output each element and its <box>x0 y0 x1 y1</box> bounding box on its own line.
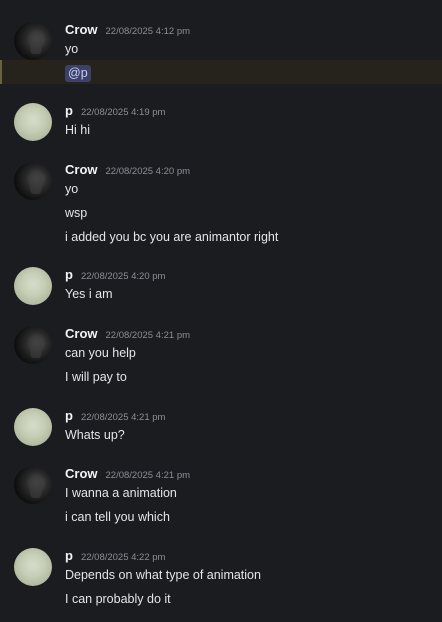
message-text: wsp <box>65 206 88 220</box>
timestamp: 22/08/2025 4:12 pm <box>105 26 191 37</box>
author-name[interactable]: p <box>65 548 73 563</box>
message-header: p 22/08/2025 4:20 pm <box>65 267 165 283</box>
message-text: yo <box>65 42 79 56</box>
avatar[interactable] <box>14 548 52 586</box>
avatar[interactable] <box>14 408 52 446</box>
chat-message-list: Crow 22/08/2025 4:12 pm yo @p p 22/08/20… <box>0 0 442 622</box>
timestamp: 22/08/2025 4:20 pm <box>80 271 166 282</box>
message-header: Crow 22/08/2025 4:21 pm <box>65 326 190 342</box>
timestamp: 22/08/2025 4:21 pm <box>105 330 191 341</box>
avatar[interactable] <box>14 466 52 504</box>
message-text: i can tell you which <box>65 510 170 524</box>
message-text: Depends on what type of animation <box>65 568 261 582</box>
avatar[interactable] <box>14 267 52 305</box>
timestamp: 22/08/2025 4:19 pm <box>80 107 166 118</box>
timestamp: 22/08/2025 4:21 pm <box>105 470 191 481</box>
message-text: I can probably do it <box>65 592 171 606</box>
author-name[interactable]: Crow <box>65 22 98 37</box>
avatar[interactable] <box>14 22 52 60</box>
message-header: p 22/08/2025 4:19 pm <box>65 103 165 119</box>
message-text: Hi hi <box>65 123 91 137</box>
message-text: can you help <box>65 346 136 360</box>
message-text: Yes i am <box>65 287 113 301</box>
message-text: I will pay to <box>65 370 127 384</box>
message-text: I wanna a animation <box>65 486 177 500</box>
message-header: Crow 22/08/2025 4:12 pm <box>65 22 190 38</box>
message-header: p 22/08/2025 4:22 pm <box>65 548 165 564</box>
timestamp: 22/08/2025 4:22 pm <box>80 552 166 563</box>
avatar[interactable] <box>14 162 52 200</box>
message-text: yo <box>65 182 79 196</box>
message-header: Crow 22/08/2025 4:20 pm <box>65 162 190 178</box>
author-name[interactable]: p <box>65 267 73 282</box>
message-header: Crow 22/08/2025 4:21 pm <box>65 466 190 482</box>
message-text: i added you bc you are animantor right <box>65 230 279 244</box>
avatar[interactable] <box>14 326 52 364</box>
author-name[interactable]: Crow <box>65 326 98 341</box>
timestamp: 22/08/2025 4:20 pm <box>105 166 191 177</box>
message-text: Whats up? <box>65 428 125 442</box>
author-name[interactable]: Crow <box>65 162 98 177</box>
author-name[interactable]: Crow <box>65 466 98 481</box>
message-header: p 22/08/2025 4:21 pm <box>65 408 165 424</box>
timestamp: 22/08/2025 4:21 pm <box>80 412 166 423</box>
avatar[interactable] <box>14 103 52 141</box>
author-name[interactable]: p <box>65 103 73 118</box>
user-mention[interactable]: @p <box>65 65 91 82</box>
author-name[interactable]: p <box>65 408 73 423</box>
